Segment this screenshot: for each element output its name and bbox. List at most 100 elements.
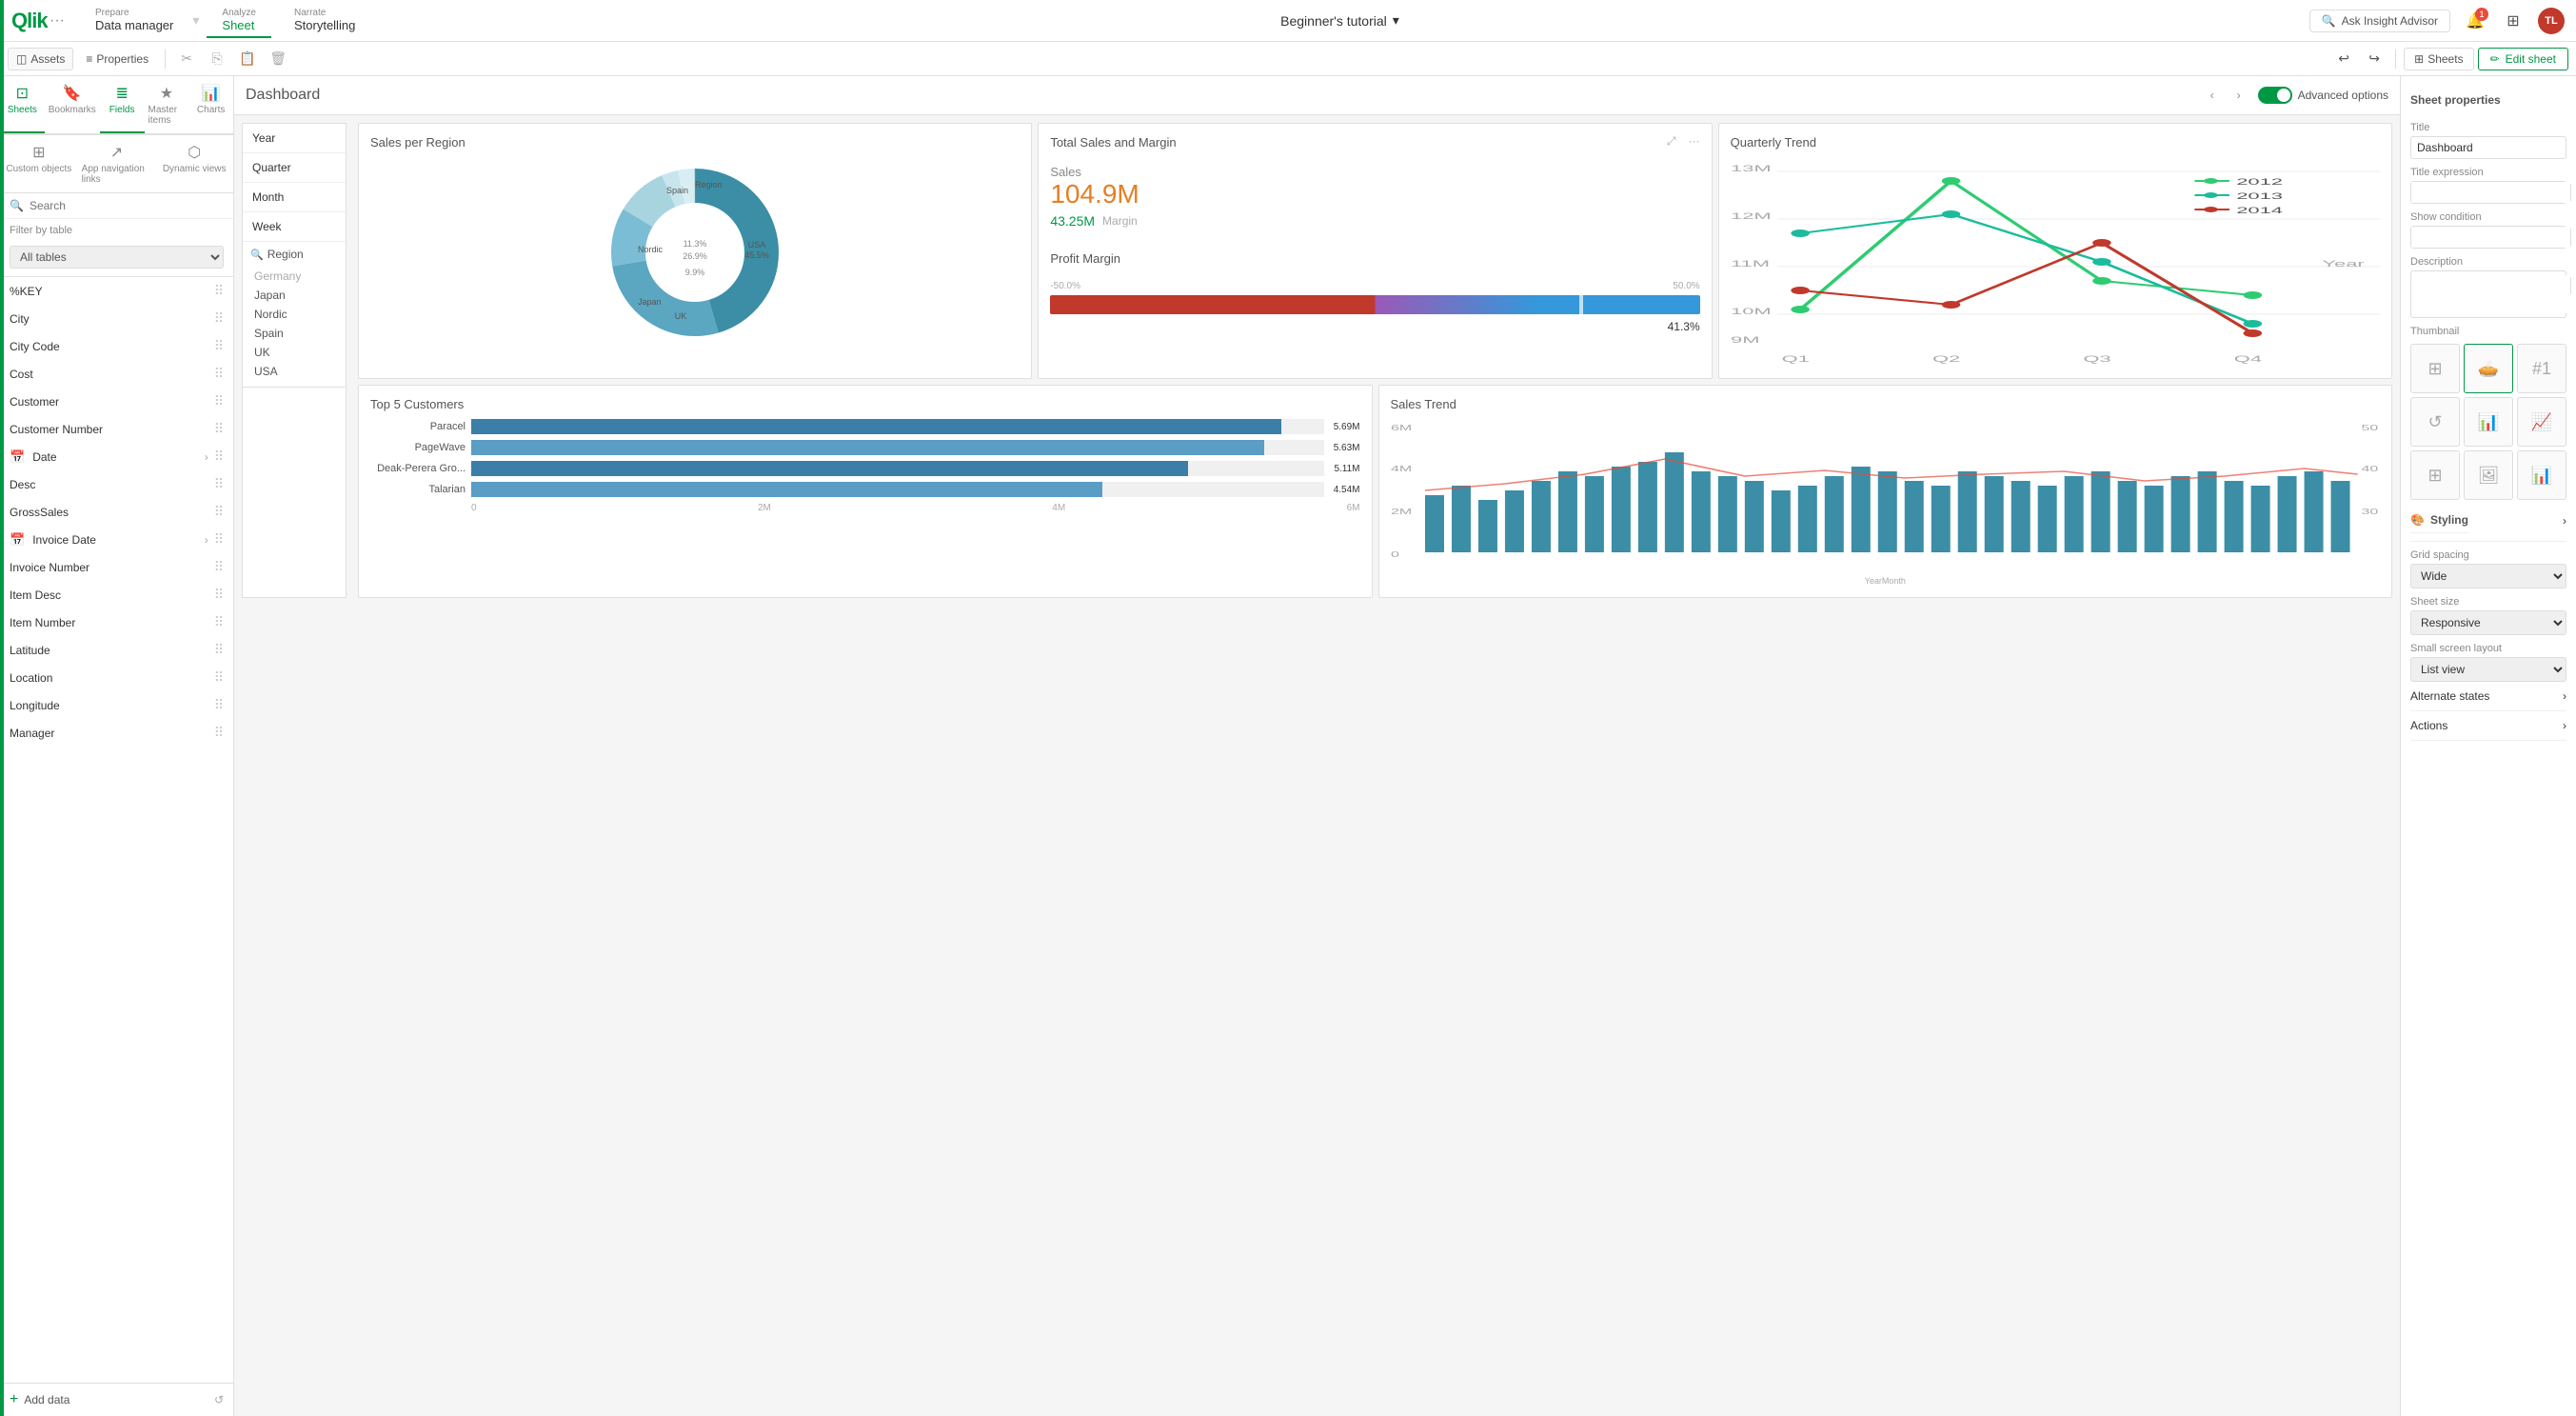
- filter-month[interactable]: Month: [243, 183, 346, 212]
- next-arrow[interactable]: ›: [2228, 84, 2250, 107]
- properties-tab[interactable]: ≡ Properties: [77, 48, 157, 70]
- delete-btn[interactable]: 🗑: [265, 46, 291, 72]
- field-item[interactable]: Manager ⠿: [0, 719, 233, 747]
- region-usa[interactable]: USA: [250, 362, 338, 381]
- field-item[interactable]: Invoice Number ⠿: [0, 553, 233, 581]
- drag-icon[interactable]: ⠿: [214, 476, 224, 492]
- field-item[interactable]: City Code ⠿: [0, 332, 233, 360]
- region-nordic[interactable]: Nordic: [250, 305, 338, 324]
- fx-btn3[interactable]: fx: [2570, 277, 2576, 294]
- thumb-bar2[interactable]: 📊: [2517, 450, 2566, 500]
- thumb-grid[interactable]: ⊞: [2410, 450, 2460, 500]
- region-japan[interactable]: Japan: [250, 286, 338, 305]
- advanced-toggle[interactable]: [2258, 87, 2292, 104]
- drag-icon[interactable]: ⠿: [214, 338, 224, 354]
- tab-master[interactable]: ★ Master items: [145, 76, 189, 133]
- expand-btn[interactable]: ⤢: [1662, 131, 1681, 150]
- field-item-date[interactable]: 📅 Date › ⠿: [0, 443, 233, 470]
- field-item[interactable]: Item Number ⠿: [0, 608, 233, 636]
- redo-btn[interactable]: ↪: [2361, 46, 2388, 72]
- dynamic-views-tab[interactable]: ⬡ Dynamic views: [155, 135, 233, 192]
- thumb-image[interactable]: 🖼: [2464, 450, 2513, 500]
- drag-icon[interactable]: ⠿: [214, 310, 224, 327]
- table-filter-select[interactable]: All tables: [10, 246, 224, 269]
- fx-btn2[interactable]: fx: [2570, 229, 2576, 246]
- small-screen-select[interactable]: List view: [2410, 657, 2566, 682]
- nav-more-icon[interactable]: ···: [50, 12, 65, 30]
- assets-tab[interactable]: ◫ Assets: [8, 48, 73, 70]
- fx-btn[interactable]: fx: [2570, 184, 2576, 201]
- tab-bookmarks[interactable]: 🔖 Bookmarks: [45, 76, 100, 133]
- title-expr-field[interactable]: [2411, 182, 2570, 203]
- thumb-bar[interactable]: 📊: [2464, 397, 2513, 447]
- actions-section[interactable]: Actions ›: [2410, 711, 2566, 741]
- notifications-btn[interactable]: 🔔 1: [2462, 8, 2488, 34]
- edit-sheet-btn[interactable]: ✏ Edit sheet: [2478, 48, 2568, 70]
- field-item[interactable]: Cost ⠿: [0, 360, 233, 388]
- search-input[interactable]: [30, 199, 224, 212]
- styling-section[interactable]: 🎨 Styling ›: [2410, 500, 2566, 542]
- field-item-invoicedate[interactable]: 📅 Invoice Date › ⠿: [0, 526, 233, 553]
- custom-objects-tab[interactable]: ⊞ Custom objects: [0, 135, 78, 192]
- field-item[interactable]: %KEY ⠿: [0, 277, 233, 305]
- drag-icon[interactable]: ⠿: [214, 504, 224, 520]
- region-uk[interactable]: UK: [250, 343, 338, 362]
- filter-week[interactable]: Week: [243, 212, 346, 242]
- alternate-states-section[interactable]: Alternate states ›: [2410, 682, 2566, 711]
- grid-spacing-select[interactable]: Wide: [2410, 564, 2566, 588]
- tab-charts[interactable]: 📊 Charts: [188, 76, 233, 133]
- drag-icon[interactable]: ⠿: [214, 642, 224, 658]
- thumb-trend[interactable]: 📈: [2517, 397, 2566, 447]
- field-item[interactable]: Customer ⠿: [0, 388, 233, 415]
- copy-btn[interactable]: ⎘: [204, 46, 230, 72]
- expand-icon[interactable]: ›: [205, 450, 208, 464]
- region-spain[interactable]: Spain: [250, 324, 338, 343]
- nav-prepare[interactable]: Prepare Data manager: [80, 4, 188, 38]
- drag-icon[interactable]: ⠿: [214, 531, 224, 548]
- drag-icon[interactable]: ⠿: [214, 697, 224, 713]
- thumb-refresh[interactable]: ↺: [2410, 397, 2460, 447]
- tab-fields[interactable]: ≣ Fields: [100, 76, 145, 133]
- field-item[interactable]: City ⠿: [0, 305, 233, 332]
- apps-icon[interactable]: ⊞: [2500, 8, 2526, 34]
- show-cond-field[interactable]: [2411, 227, 2570, 248]
- thumb-hash[interactable]: #1: [2517, 344, 2566, 393]
- nav-narrate[interactable]: Narrate Storytelling: [279, 4, 370, 38]
- drag-icon[interactable]: ⠿: [214, 614, 224, 630]
- desc-field[interactable]: [2411, 275, 2570, 313]
- drag-icon[interactable]: ⠿: [214, 587, 224, 603]
- title-input[interactable]: [2410, 136, 2566, 159]
- drag-icon[interactable]: ⠿: [214, 669, 224, 686]
- field-item[interactable]: Location ⠿: [0, 664, 233, 691]
- cut-btn[interactable]: ✂: [173, 46, 200, 72]
- app-nav-tab[interactable]: ↗ App navigation links: [78, 135, 156, 192]
- field-item[interactable]: Latitude ⠿: [0, 636, 233, 664]
- drag-icon[interactable]: ⠿: [214, 366, 224, 382]
- field-item[interactable]: Longitude ⠿: [0, 691, 233, 719]
- paste-btn[interactable]: 📋: [234, 46, 261, 72]
- drag-icon[interactable]: ⠿: [214, 559, 224, 575]
- app-title[interactable]: Beginner's tutorial ▾: [370, 12, 2308, 29]
- thumb-pie[interactable]: 🥧: [2464, 344, 2513, 393]
- avatar[interactable]: TL: [2538, 8, 2565, 34]
- more-btn[interactable]: ···: [1685, 131, 1704, 150]
- field-item[interactable]: Item Desc ⠿: [0, 581, 233, 608]
- drag-icon[interactable]: ⠿: [214, 393, 224, 409]
- nav-analyze[interactable]: Analyze Sheet: [207, 4, 271, 38]
- filter-year[interactable]: Year: [243, 124, 346, 153]
- insight-advisor-btn[interactable]: 🔍 Ask Insight Advisor: [2309, 10, 2450, 32]
- add-data-btn[interactable]: + Add data ↺: [0, 1383, 233, 1416]
- field-item[interactable]: Customer Number ⠿: [0, 415, 233, 443]
- sheet-size-select[interactable]: Responsive: [2410, 610, 2566, 635]
- drag-icon[interactable]: ⠿: [214, 449, 224, 465]
- field-item[interactable]: Desc ⠿: [0, 470, 233, 498]
- drag-icon[interactable]: ⠿: [214, 725, 224, 741]
- thumb-layout[interactable]: ⊞: [2410, 344, 2460, 393]
- drag-icon[interactable]: ⠿: [214, 421, 224, 437]
- sheets-btn[interactable]: ⊞ Sheets: [2404, 48, 2473, 70]
- field-item[interactable]: GrossSales ⠿: [0, 498, 233, 526]
- region-germany[interactable]: Germany: [250, 267, 338, 286]
- drag-icon[interactable]: ⠿: [214, 283, 224, 299]
- prev-arrow[interactable]: ‹: [2201, 84, 2224, 107]
- tab-sheets[interactable]: ⊡ Sheets: [0, 76, 45, 133]
